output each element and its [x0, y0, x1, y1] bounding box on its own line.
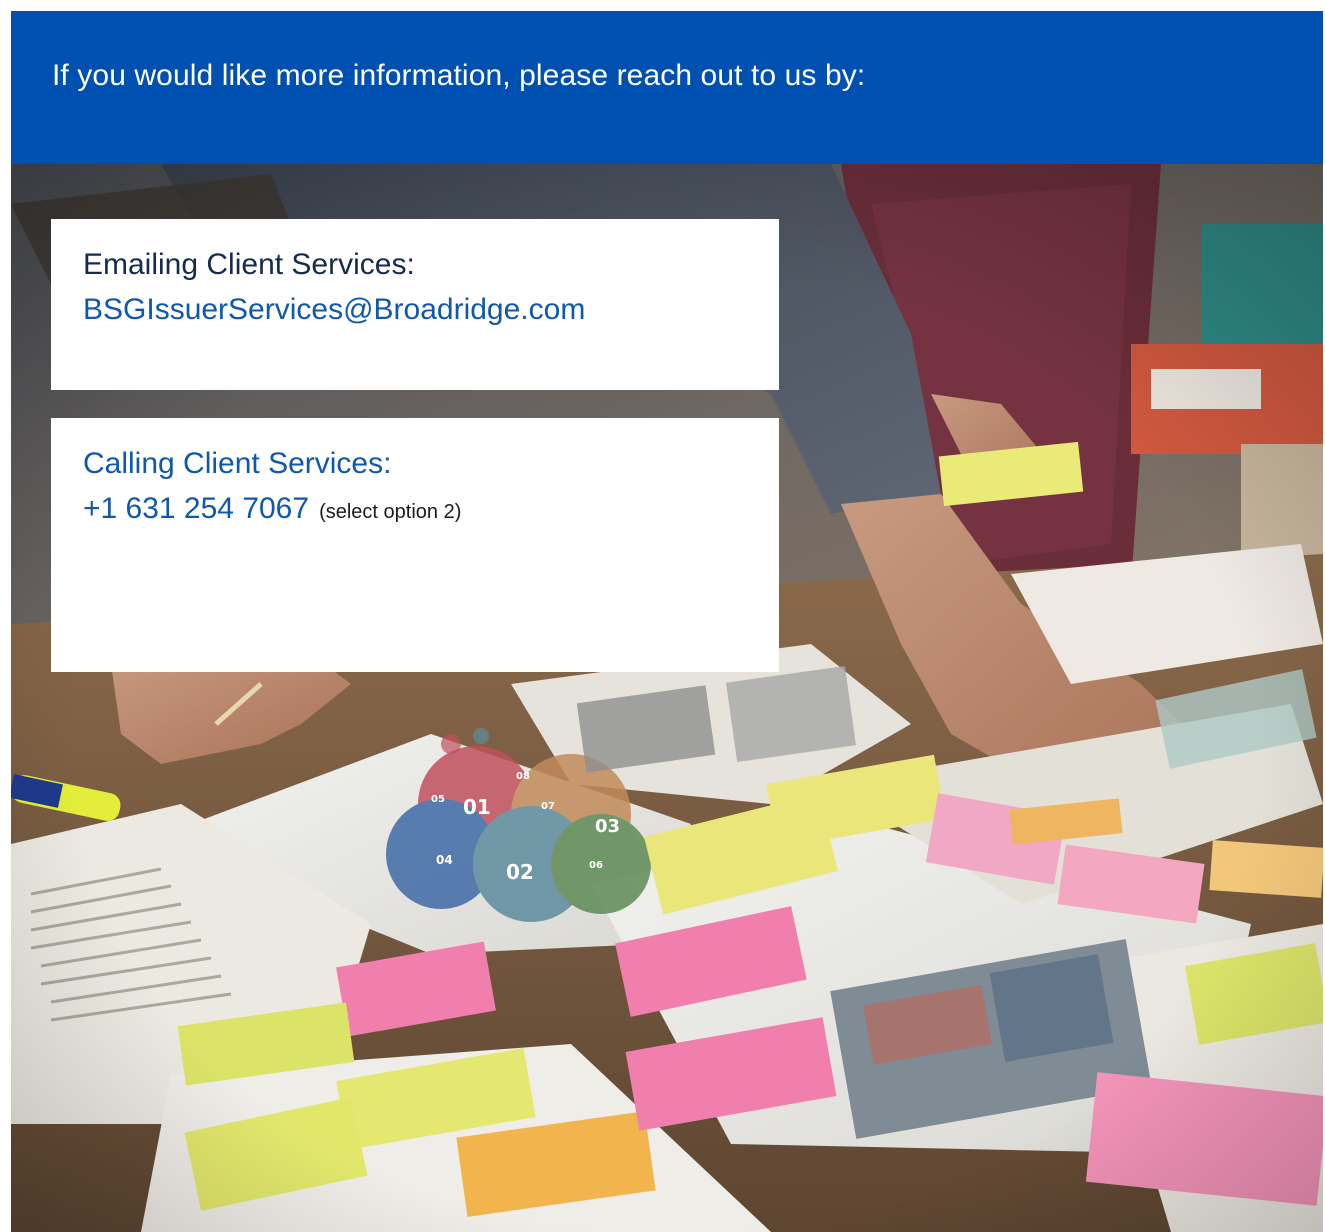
email-line: BSGIssuerServices@Broadridge.com [83, 293, 585, 327]
phone-heading: Calling Client Services: [83, 447, 392, 480]
phone-note: (select option 2) [319, 501, 462, 523]
info-banner: If you would like more information, plea… [11, 11, 1323, 164]
email-link[interactable]: BSGIssuerServices@Broadridge.com [83, 293, 585, 326]
phone-number[interactable]: +1 631 254 7067 [83, 492, 309, 525]
banner-text: If you would like more information, plea… [52, 59, 866, 92]
phone-card: Calling Client Services: +1 631 254 7067… [51, 418, 779, 672]
contact-panel: If you would like more information, plea… [11, 11, 1323, 1232]
email-card: Emailing Client Services: BSGIssuerServi… [51, 219, 779, 390]
email-heading: Emailing Client Services: [83, 248, 415, 281]
phone-line: +1 631 254 7067 (select option 2) [83, 492, 461, 526]
